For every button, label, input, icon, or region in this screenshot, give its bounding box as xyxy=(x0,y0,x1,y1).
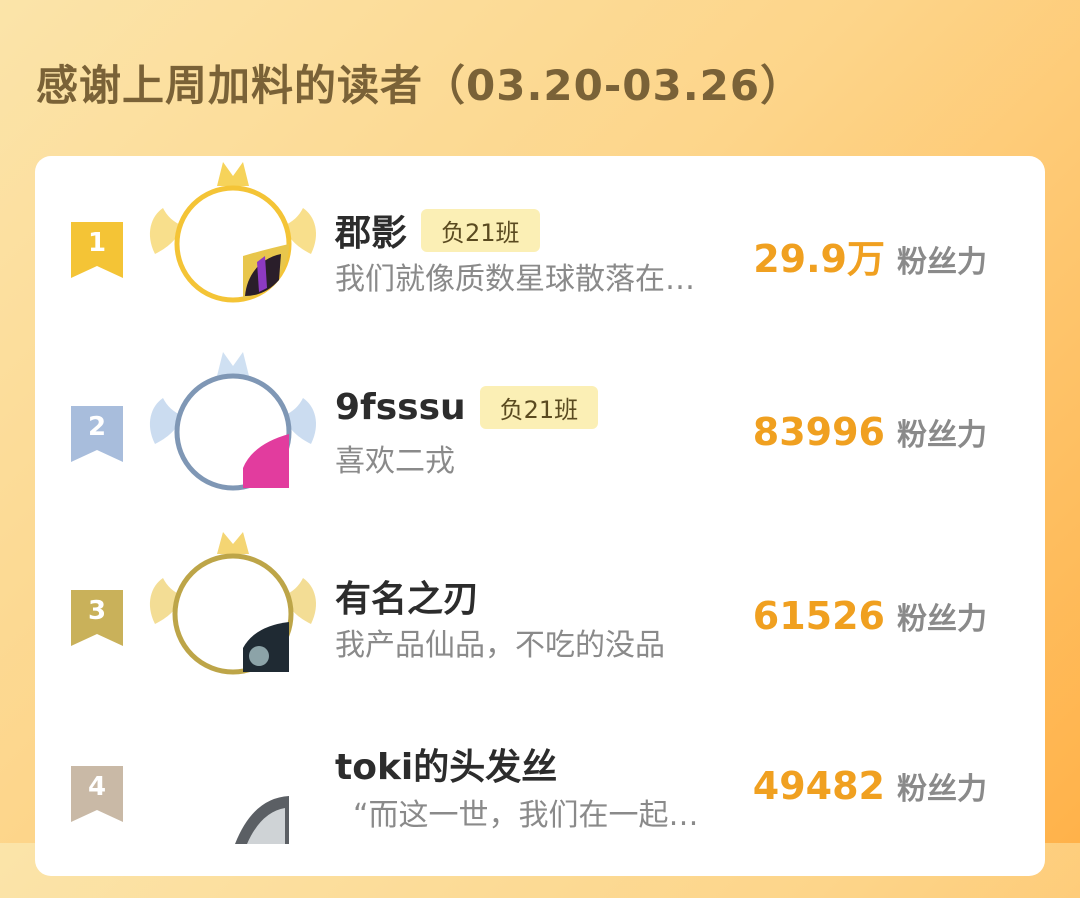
fans-power: 29.9万 粉丝力 xyxy=(753,228,987,283)
reader-row-1[interactable]: 1 郡影 负21班 我们就像质数星球散落在… 29.9万 粉丝力 xyxy=(35,156,1045,326)
bronze-winged-crown-frame-icon xyxy=(149,532,317,675)
rank-badge-2: 2 xyxy=(71,406,123,462)
rank-number: 1 xyxy=(87,228,107,258)
user-bio: 我们就像质数星球散落在… xyxy=(335,262,695,297)
user-bio: 我产品仙品，不吃的没品 xyxy=(335,628,665,663)
fans-label: 粉丝力 xyxy=(897,602,987,637)
user-bio: “而这一世，我们在一起… xyxy=(353,798,699,833)
user-name[interactable]: 郡影 xyxy=(335,204,407,256)
avatar[interactable] xyxy=(143,528,323,698)
avatar[interactable] xyxy=(143,348,323,518)
avatar-image xyxy=(235,796,289,844)
fans-value: 49482 xyxy=(752,764,885,808)
avatar[interactable] xyxy=(143,156,323,326)
fans-value: 29.9万 xyxy=(753,237,885,281)
rank-number: 4 xyxy=(87,772,107,802)
gold-winged-crown-frame-icon xyxy=(149,162,317,303)
fans-power: 49482 粉丝力 xyxy=(753,764,987,808)
page-title: 感谢上周加料的读者（03.20-03.26） xyxy=(36,61,804,110)
rank-badge-4: 4 xyxy=(71,766,123,822)
rank-number: 2 xyxy=(87,412,107,442)
fans-label: 粉丝力 xyxy=(897,418,987,453)
reader-ranking-card: 1 郡影 负21班 我们就像质数星球散落在… 29.9万 粉丝力 2 9fsss… xyxy=(35,156,1045,876)
rank-number: 3 xyxy=(87,596,107,626)
reader-row-2[interactable]: 2 9fsssu 负21班 喜欢二戎 83996 粉丝力 xyxy=(35,348,1045,518)
fans-value: 83996 xyxy=(752,410,885,454)
user-name[interactable]: toki的头发丝 xyxy=(335,738,557,790)
fans-power: 61526 粉丝力 xyxy=(753,594,987,638)
silver-winged-crown-frame-icon xyxy=(149,352,317,491)
avatar[interactable] xyxy=(143,728,323,898)
rank-badge-3: 3 xyxy=(71,590,123,646)
fans-value: 61526 xyxy=(752,594,885,638)
reader-row-3[interactable]: 3 有名之刃 我产品仙品，不吃的没品 61526 粉丝力 xyxy=(35,528,1045,698)
reader-row-4[interactable]: 4 toki的头发丝 “而这一世，我们在一起… 49482 粉丝力 xyxy=(35,728,1045,898)
user-name[interactable]: 有名之刃 xyxy=(335,570,479,622)
rank-badge-1: 1 xyxy=(71,222,123,278)
user-name[interactable]: 9fsssu xyxy=(335,387,466,428)
class-tag: 负21班 xyxy=(479,386,599,429)
user-bio: 喜欢二戎 xyxy=(335,444,455,479)
class-tag: 负21班 xyxy=(421,208,540,252)
fans-label: 粉丝力 xyxy=(897,772,987,807)
fans-power: 83996 粉丝力 xyxy=(753,410,987,454)
fans-label: 粉丝力 xyxy=(897,245,987,280)
